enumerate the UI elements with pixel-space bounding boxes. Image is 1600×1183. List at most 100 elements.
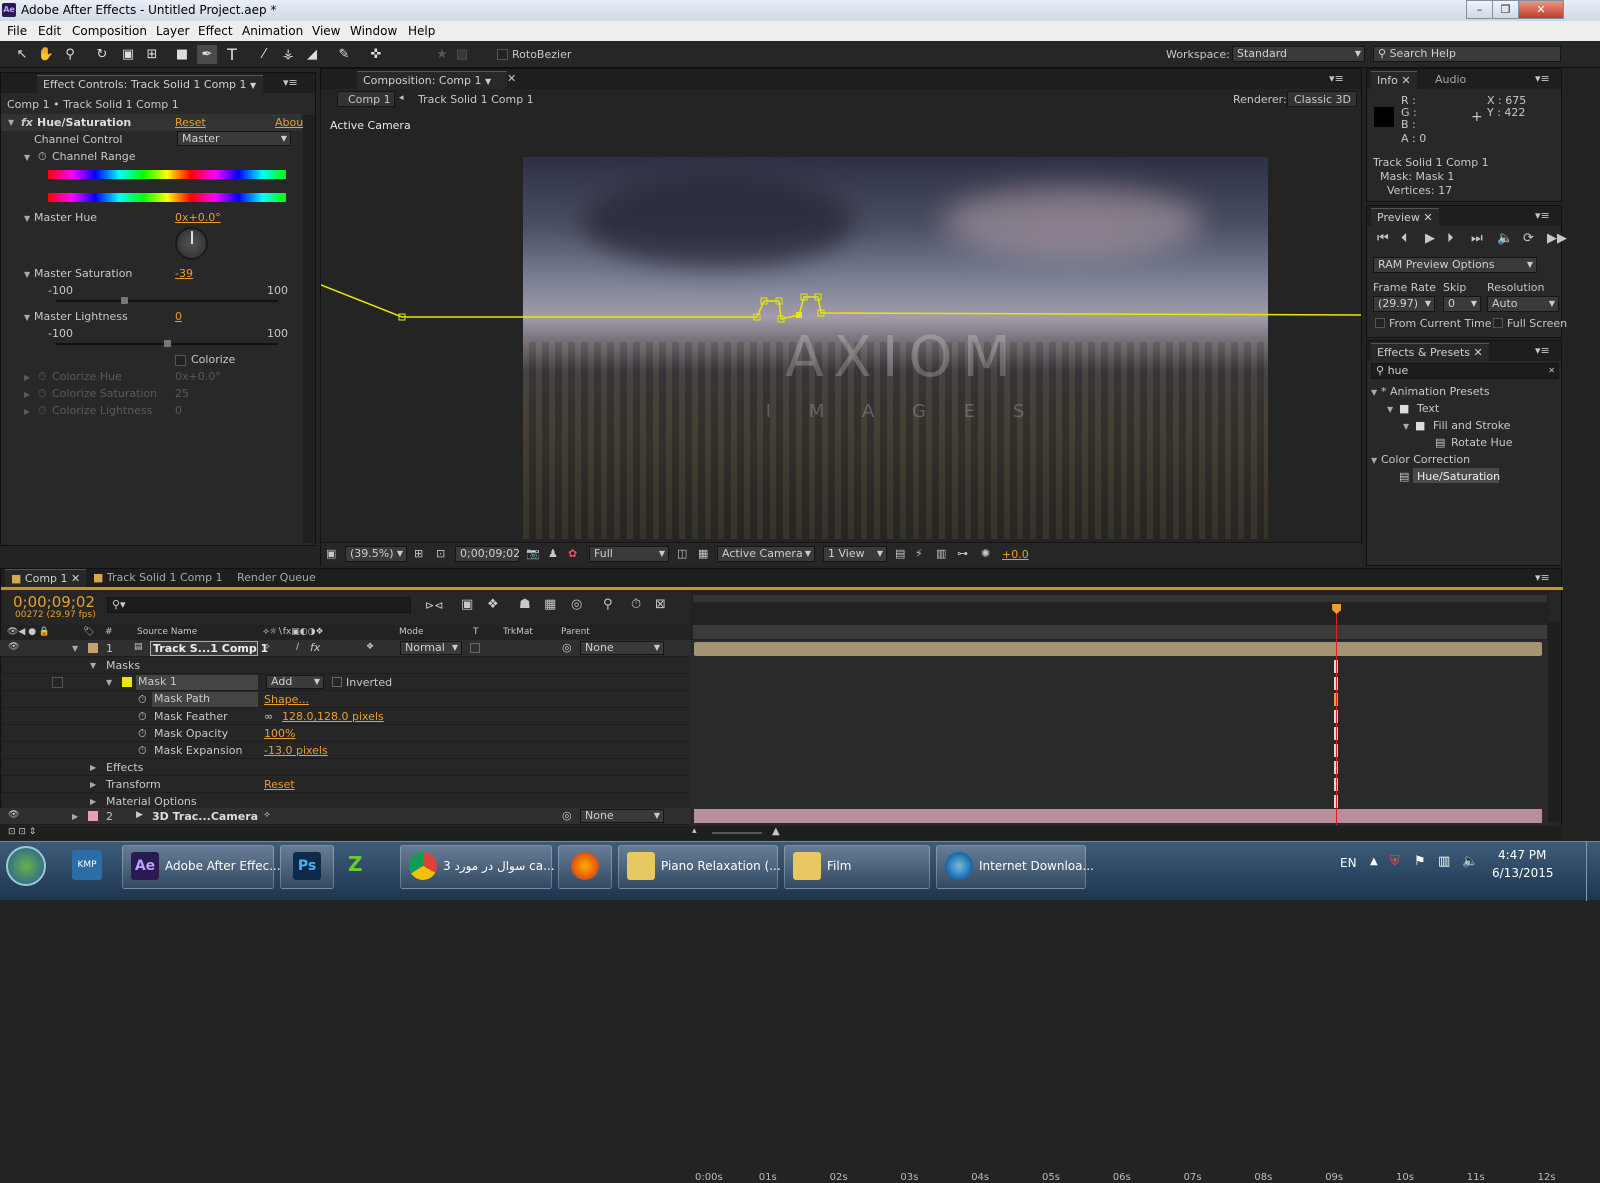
tree-fill-and-stroke[interactable]: Fill and Stroke	[1433, 419, 1510, 432]
eraser-tool-icon[interactable]: ◢	[302, 45, 322, 64]
3d-layer-switch-icon[interactable]: ❖	[366, 642, 374, 652]
menu-edit[interactable]: Edit	[38, 24, 61, 38]
previous-frame-icon[interactable]: ⏴	[1401, 231, 1408, 246]
shy-switch-icon[interactable]: ⟡	[264, 642, 270, 652]
menu-help[interactable]: Help	[408, 24, 435, 38]
tree-arrow-icon[interactable]: ▼	[1403, 422, 1409, 431]
fx-switch-icon[interactable]: fx	[310, 641, 320, 654]
taskbar-photoshop[interactable]: Ps	[280, 845, 334, 889]
stopwatch-icon[interactable]: ⏱	[138, 744, 147, 758]
nav-layer[interactable]: Track Solid 1 Comp 1	[418, 93, 534, 106]
tab-effect-controls[interactable]: Effect Controls: Track Solid 1 Comp 1 ▼	[37, 75, 263, 93]
last-frame-icon[interactable]: ⏭	[1471, 231, 1483, 246]
mask-color-swatch[interactable]	[122, 677, 132, 687]
stopwatch-icon[interactable]: ⏱	[138, 727, 147, 741]
skip-dropdown[interactable]: 0 ▼	[1443, 296, 1481, 312]
transform-reset-link[interactable]: Reset	[264, 778, 295, 791]
parent-dropdown[interactable]: None ▼	[580, 809, 664, 823]
effects-expand-arrow-icon[interactable]: ▶	[90, 763, 96, 772]
fast-previews-icon[interactable]: ⚡	[915, 547, 923, 560]
effects-group-row[interactable]: ▶ Effects	[0, 759, 690, 776]
colorize-checkbox[interactable]	[175, 355, 186, 366]
mask-path-row[interactable]: ⏱ Mask Path Shape...	[0, 691, 690, 708]
show-desktop-button[interactable]	[1586, 842, 1600, 901]
menu-file[interactable]: File	[7, 24, 27, 38]
taskbar-chrome[interactable]: سوال در مورد 3 ca...	[400, 845, 555, 889]
preserve-transparency-checkbox[interactable]	[470, 643, 480, 653]
toggle-pixel-aspect-icon[interactable]: ▤	[895, 547, 905, 560]
effect-controls-scrollbar[interactable]	[303, 115, 315, 543]
layer-2-name[interactable]: 3D Trac...Camera	[152, 810, 258, 823]
tray-expand-icon[interactable]: ▲	[1370, 856, 1378, 867]
tree-color-correction[interactable]: Color Correction	[1381, 453, 1470, 466]
live-update-icon[interactable]: ▣	[461, 597, 473, 612]
tab-render-queue[interactable]: Render Queue	[231, 569, 322, 587]
zoom-in-icon[interactable]: ▲	[772, 826, 780, 837]
full-screen-checkbox[interactable]	[1493, 318, 1503, 328]
tab-comp-1[interactable]: ■ Comp 1 ✕	[5, 569, 87, 587]
menu-window[interactable]: Window	[350, 24, 397, 38]
rotobezier-checkbox[interactable]	[497, 49, 508, 60]
master-hue-arrow-icon[interactable]: ▼	[24, 214, 30, 223]
viewer-frame[interactable]: AXIOM I M A G E S	[523, 157, 1268, 539]
close-tab-icon[interactable]: ✕	[507, 72, 516, 85]
shy-switch-icon[interactable]: ⟡	[264, 810, 270, 820]
nav-comp-1[interactable]: Comp 1	[337, 91, 395, 107]
effect-expand-arrow-icon[interactable]: ▼	[8, 118, 14, 127]
search-help-input[interactable]: ⚲ Search Help	[1373, 46, 1561, 62]
magnification-dropdown[interactable]: (39.5%) ▼	[345, 546, 407, 562]
close-button[interactable]: ✕	[1518, 0, 1564, 19]
frame-blending-icon[interactable]: ▦	[544, 597, 556, 612]
tab-effects-presets[interactable]: Effects & Presets ✕	[1371, 343, 1489, 361]
effect-reset-link[interactable]: Reset	[175, 116, 206, 129]
tab-audio[interactable]: Audio	[1429, 71, 1472, 89]
visibility-eye-icon[interactable]: 👁	[8, 642, 19, 652]
tab-composition[interactable]: Composition: Comp 1 ▼	[357, 71, 507, 89]
clock-time[interactable]: 4:47 PM	[1498, 848, 1546, 862]
camera-view-dropdown[interactable]: Active Camera ▼	[717, 546, 815, 562]
exposure-value[interactable]: +0.0	[1002, 548, 1029, 561]
brush-tool-icon[interactable]: ⁄	[254, 45, 274, 64]
from-current-time-checkbox[interactable]	[1375, 318, 1385, 328]
snapshot-icon[interactable]: 📷	[526, 547, 540, 560]
master-saturation-value[interactable]: -39	[175, 267, 193, 280]
tree-arrow-icon[interactable]: ▼	[1387, 405, 1393, 414]
menu-layer[interactable]: Layer	[156, 24, 189, 38]
tree-arrow-icon[interactable]: ▼	[1371, 456, 1377, 465]
maximize-button[interactable]: ❐	[1492, 0, 1519, 19]
effect-about-link[interactable]: Abou	[275, 116, 303, 129]
tree-animation-presets[interactable]: * Animation Presets	[1381, 385, 1490, 398]
puppet-pin-tool-icon[interactable]: ✜	[366, 45, 386, 64]
clear-search-icon[interactable]: ✕	[1548, 364, 1555, 378]
tree-hue-saturation[interactable]: Hue/Saturation	[1417, 470, 1500, 483]
mask-1-row[interactable]: ▼ Mask 1 Add ▼ Inverted	[0, 674, 690, 691]
taskbar-firefox[interactable]	[558, 845, 612, 889]
flag-tray-icon[interactable]: ⚑	[1414, 854, 1426, 869]
security-tray-icon[interactable]: ⛨	[1390, 854, 1400, 869]
mask-feather-value[interactable]: 128.0,128.0 pixels	[282, 710, 384, 723]
tree-arrow-icon[interactable]: ▼	[1371, 388, 1377, 397]
zoom-tool-icon[interactable]: ⚲	[60, 45, 80, 64]
auto-keyframe-icon[interactable]: ⏱	[631, 597, 641, 612]
draft-3d-icon[interactable]: ❖	[487, 597, 499, 612]
next-frame-icon[interactable]: ⏵	[1447, 231, 1454, 246]
preview-panel-menu-icon[interactable]: ▾≡	[1535, 209, 1550, 222]
pick-whip-icon[interactable]: ◎	[562, 809, 572, 822]
lightness-slider-knob[interactable]	[164, 340, 171, 347]
menu-composition[interactable]: Composition	[72, 24, 147, 38]
time-ruler[interactable]	[691, 591, 1549, 643]
show-snapshot-icon[interactable]: ♟	[548, 547, 558, 560]
timeline-graph-area[interactable]	[690, 640, 1548, 825]
mask-name-box[interactable]: Mask 1	[136, 675, 258, 690]
motion-blur-icon[interactable]: ◎	[571, 597, 582, 612]
mask-expansion-row[interactable]: ⏱ Mask Expansion -13.0 pixels	[0, 742, 690, 759]
masks-group-row[interactable]: ▼ Masks	[0, 657, 690, 674]
volume-tray-icon[interactable]: 🔈	[1462, 854, 1478, 869]
tree-rotate-hue[interactable]: Rotate Hue	[1451, 436, 1513, 449]
master-saturation-arrow-icon[interactable]: ▼	[24, 270, 30, 279]
taskbar-internet-download[interactable]: Internet Downloa...	[936, 845, 1094, 889]
mute-audio-icon[interactable]: 🔈	[1497, 231, 1513, 246]
tab-preview[interactable]: Preview ✕	[1371, 208, 1439, 226]
master-lightness-value[interactable]: 0	[175, 310, 182, 323]
mask-path-value[interactable]: Shape...	[264, 693, 309, 706]
